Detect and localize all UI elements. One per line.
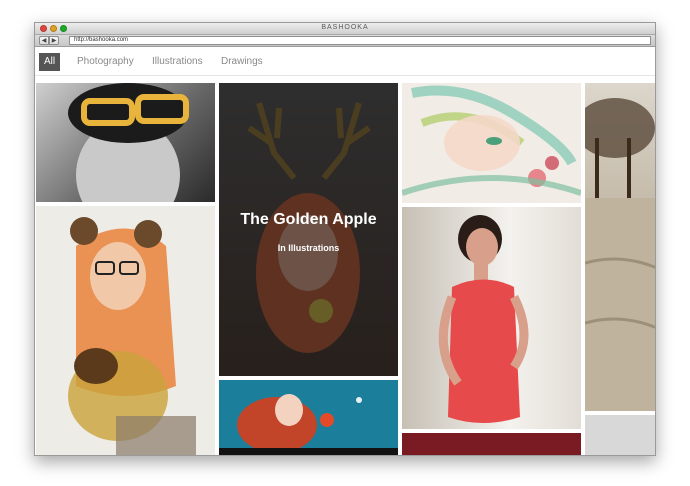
- filter-photography[interactable]: Photography: [72, 53, 139, 71]
- hover-overlay: [219, 83, 398, 376]
- glasses-portrait-image: [68, 83, 189, 202]
- portfolio-item-gray-placeholder[interactable]: [585, 415, 655, 455]
- portfolio-item-park-trees[interactable]: [585, 83, 655, 411]
- fox-girl-drawing-image: [68, 217, 196, 455]
- mermaid-illustration-image: [219, 380, 398, 455]
- woman-pink-dress-image: [438, 215, 529, 423]
- filter-bar: All Photography Illustrations Drawings: [35, 48, 655, 76]
- portfolio-item-woman-pink-dress[interactable]: [402, 207, 581, 429]
- back-button[interactable]: ◀: [39, 36, 49, 45]
- park-trees-image: [585, 98, 655, 411]
- portfolio-item-red-texture[interactable]: [402, 433, 581, 455]
- filter-drawings[interactable]: Drawings: [216, 53, 268, 71]
- featured-item-category: In Illustrations: [277, 243, 340, 253]
- browser-window: BASHOOKA ◀ ▶ http://bashooka.com All Pho…: [34, 22, 656, 456]
- portfolio-item-fox-girl-drawing[interactable]: [36, 206, 215, 455]
- browser-toolbar: ◀ ▶ http://bashooka.com: [35, 35, 655, 47]
- address-bar[interactable]: http://bashooka.com: [69, 36, 651, 45]
- portfolio-item-glasses-portrait[interactable]: [36, 83, 215, 202]
- forward-button[interactable]: ▶: [49, 36, 59, 45]
- portfolio-item-mermaid-illustration[interactable]: [219, 380, 398, 455]
- portfolio-item-golden-apple[interactable]: The Golden Apple In Illustrations: [219, 83, 398, 376]
- watercolor-face-image: [402, 85, 581, 196]
- window-title: BASHOOKA: [321, 24, 369, 31]
- filter-all[interactable]: All: [39, 53, 61, 71]
- title-bar: BASHOOKA: [35, 23, 655, 35]
- featured-item-title: The Golden Apple: [240, 211, 377, 228]
- filter-illustrations[interactable]: Illustrations: [147, 53, 208, 71]
- portfolio-grid: The Golden Apple In Illustrations: [35, 81, 655, 455]
- portfolio-item-watercolor-face[interactable]: [402, 83, 581, 203]
